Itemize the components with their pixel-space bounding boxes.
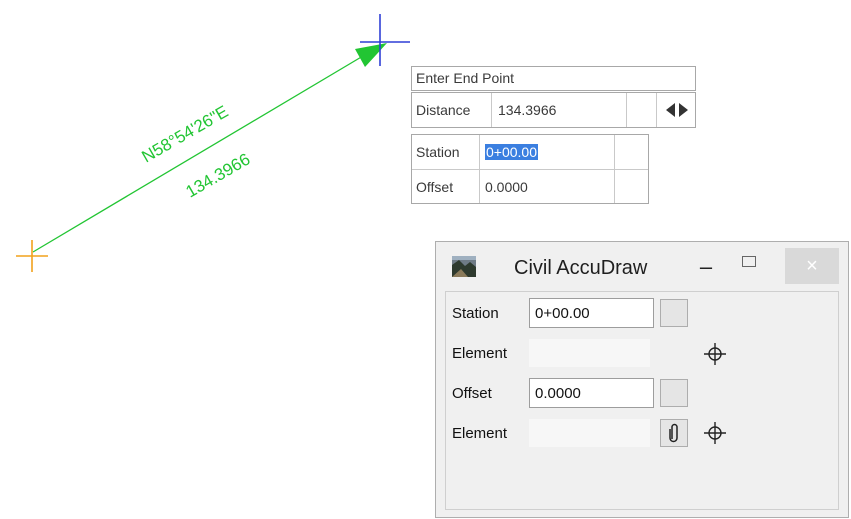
prompt-station-offset-table: Station 0+00.00 Offset 0.0000 — [411, 134, 649, 204]
station-lock-button[interactable] — [660, 299, 688, 327]
minimize-button[interactable]: – — [696, 254, 716, 280]
accudraw-panel: Station 0+00.00 Element Offset 0.0000 El… — [445, 291, 839, 510]
title-bar[interactable]: Civil AccuDraw – × — [436, 242, 848, 292]
bearing-label: N58°54'26"E — [139, 102, 232, 167]
dynamic-line — [32, 52, 369, 253]
offset-label: Offset — [452, 385, 492, 402]
station-label: Station — [452, 305, 499, 322]
paperclip-icon — [669, 423, 678, 443]
offset-input[interactable]: 0.0000 — [529, 378, 654, 408]
crosshair-locate-icon[interactable] — [701, 340, 729, 368]
maximize-button[interactable] — [742, 256, 756, 267]
civil-accudraw-app-icon — [452, 256, 476, 277]
start-point-cursor-icon — [16, 240, 48, 272]
element-input-1[interactable] — [529, 339, 650, 367]
prompt-distance-value[interactable]: 134.3966 — [498, 93, 556, 127]
prompt-offset-label: Offset — [416, 179, 454, 195]
element-label-1: Element — [452, 345, 508, 362]
offset-lock-button[interactable] — [660, 379, 688, 407]
element-input-2[interactable] — [529, 419, 650, 447]
prompt-title: Enter End Point — [416, 70, 515, 86]
prompt-station-label: Station — [416, 144, 460, 160]
left-right-arrows-icon[interactable] — [665, 93, 689, 127]
prompt-distance-label: Distance — [416, 102, 471, 118]
prompt-station-value[interactable]: 0+00.00 — [485, 135, 538, 169]
station-input[interactable]: 0+00.00 — [529, 298, 654, 328]
prompt-offset-value[interactable]: 0.0000 — [485, 170, 528, 204]
paperclip-button[interactable] — [660, 419, 688, 447]
window-title: Civil AccuDraw — [514, 257, 648, 279]
close-button[interactable]: × — [785, 248, 839, 284]
prompt-title-box: Enter End Point — [411, 66, 696, 91]
civil-accudraw-window: Civil AccuDraw – × Station 0+00.00 Eleme… — [435, 241, 849, 518]
crosshair-locate-icon-2[interactable] — [701, 419, 729, 447]
line-arrowhead — [355, 43, 387, 67]
element-label-2: Element — [452, 425, 508, 442]
prompt-distance-row: Distance 134.3966 — [411, 92, 696, 128]
close-icon: × — [806, 254, 818, 277]
